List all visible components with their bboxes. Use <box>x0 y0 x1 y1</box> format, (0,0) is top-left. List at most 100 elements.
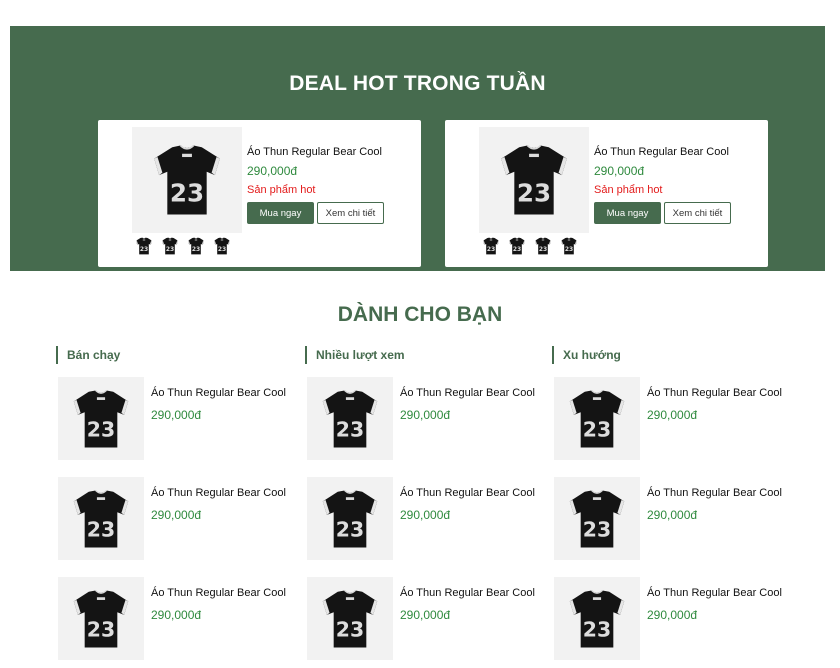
product-price: 290,000đ <box>151 508 202 522</box>
product-image[interactable]: 23 <box>58 377 144 460</box>
hot-product-label: Sản phẩm hot <box>594 184 663 196</box>
deal-product-card: 23 23 23 23 23 Áo Thun Regular Bear Cool… <box>98 120 421 267</box>
svg-text:23: 23 <box>583 417 611 441</box>
product-price: 290,000đ <box>151 608 202 622</box>
jersey-23-image: 23 <box>73 389 129 448</box>
product-price: 290,000đ <box>400 408 451 422</box>
svg-text:23: 23 <box>218 246 226 253</box>
buy-now-button[interactable]: Mua ngay <box>247 202 314 224</box>
jersey-thumb-image: 23 <box>188 237 204 255</box>
product-thumbnails: 23 23 23 23 <box>134 235 232 257</box>
product-image[interactable]: 23 <box>479 127 589 233</box>
product-thumbnail[interactable]: 23 <box>507 235 527 257</box>
svg-text:23: 23 <box>170 178 204 207</box>
deal-actions: Mua ngay Xem chi tiết <box>594 202 731 224</box>
product-image[interactable]: 23 <box>307 477 393 560</box>
jersey-thumb-image: 23 <box>483 237 499 255</box>
product-name[interactable]: Áo Thun Regular Bear Cool <box>647 387 782 399</box>
deal-actions: Mua ngay Xem chi tiết <box>247 202 384 224</box>
svg-text:23: 23 <box>140 246 148 253</box>
svg-text:23: 23 <box>583 517 611 541</box>
column-heading: Xu hướng <box>552 346 792 364</box>
deal-product-info: Áo Thun Regular Bear Cool 290,000đ Sản p… <box>247 146 384 224</box>
product-list-item[interactable]: 23 Áo Thun Regular Bear Cool 290,000đ <box>58 577 298 661</box>
column-heading: Bán chạy <box>56 346 296 364</box>
svg-text:23: 23 <box>539 246 547 253</box>
product-info: Áo Thun Regular Bear Cool 290,000đ <box>647 387 782 422</box>
product-image[interactable]: 23 <box>132 127 242 233</box>
svg-text:23: 23 <box>565 246 573 253</box>
product-info: Áo Thun Regular Bear Cool 290,000đ <box>400 387 535 422</box>
product-thumbnail[interactable]: 23 <box>160 235 180 257</box>
product-image[interactable]: 23 <box>58 477 144 560</box>
product-name[interactable]: Áo Thun Regular Bear Cool <box>247 146 384 158</box>
jersey-23-image: 23 <box>73 489 129 548</box>
product-name[interactable]: Áo Thun Regular Bear Cool <box>400 487 535 499</box>
jersey-23-image: 23 <box>501 144 567 215</box>
product-list-item[interactable]: 23 Áo Thun Regular Bear Cool 290,000đ <box>58 477 298 561</box>
product-list-item[interactable]: 23 Áo Thun Regular Bear Cool 290,000đ <box>58 377 298 461</box>
jersey-23-image: 23 <box>322 389 378 448</box>
product-name[interactable]: Áo Thun Regular Bear Cool <box>400 387 535 399</box>
product-list-item[interactable]: 23 Áo Thun Regular Bear Cool 290,000đ <box>554 577 794 661</box>
column-heading: Nhiều lượt xem <box>305 346 545 364</box>
product-list-item[interactable]: 23 Áo Thun Regular Bear Cool 290,000đ <box>307 577 547 661</box>
most-viewed-column: Nhiều lượt xem 23 Áo Thun Regular Bear C… <box>305 346 545 660</box>
svg-text:23: 23 <box>166 246 174 253</box>
product-list-item[interactable]: 23 Áo Thun Regular Bear Cool 290,000đ <box>307 477 547 561</box>
product-thumbnail[interactable]: 23 <box>212 235 232 257</box>
product-thumbnail[interactable]: 23 <box>481 235 501 257</box>
svg-text:23: 23 <box>513 246 521 253</box>
best-seller-column: Bán chạy 23 Áo Thun Regular Bear Cool 29… <box>56 346 296 660</box>
jersey-23-image: 23 <box>154 144 220 215</box>
product-name[interactable]: Áo Thun Regular Bear Cool <box>400 587 535 599</box>
product-list-item[interactable]: 23 Áo Thun Regular Bear Cool 290,000đ <box>554 477 794 561</box>
hot-product-label: Sản phẩm hot <box>247 184 316 196</box>
product-image[interactable]: 23 <box>554 577 640 660</box>
jersey-23-image: 23 <box>322 489 378 548</box>
deal-product-card: 23 23 23 23 23 Áo Thun Regular Bear Cool… <box>445 120 768 267</box>
svg-text:23: 23 <box>336 417 364 441</box>
product-thumbnails: 23 23 23 23 <box>481 235 579 257</box>
buy-now-button[interactable]: Mua ngay <box>594 202 661 224</box>
svg-text:23: 23 <box>87 417 115 441</box>
svg-text:23: 23 <box>336 517 364 541</box>
svg-text:23: 23 <box>87 517 115 541</box>
jersey-23-image: 23 <box>569 589 625 648</box>
product-name[interactable]: Áo Thun Regular Bear Cool <box>594 146 731 158</box>
product-price: 290,000đ <box>647 408 698 422</box>
product-info: Áo Thun Regular Bear Cool 290,000đ <box>151 487 286 522</box>
view-detail-button[interactable]: Xem chi tiết <box>664 202 731 224</box>
trending-column: Xu hướng 23 Áo Thun Regular Bear Cool 29… <box>552 346 792 660</box>
product-thumbnail[interactable]: 23 <box>533 235 553 257</box>
deal-hot-section: DEAL HOT TRONG TUẦN 23 23 23 23 23 Áo Th… <box>10 26 825 271</box>
product-thumbnail[interactable]: 23 <box>559 235 579 257</box>
product-image[interactable]: 23 <box>58 577 144 660</box>
product-name[interactable]: Áo Thun Regular Bear Cool <box>647 487 782 499</box>
product-image[interactable]: 23 <box>554 377 640 460</box>
product-name[interactable]: Áo Thun Regular Bear Cool <box>151 587 286 599</box>
product-info: Áo Thun Regular Bear Cool 290,000đ <box>647 587 782 622</box>
product-info: Áo Thun Regular Bear Cool 290,000đ <box>151 587 286 622</box>
svg-text:23: 23 <box>87 617 115 641</box>
product-thumbnail[interactable]: 23 <box>134 235 154 257</box>
product-list-item[interactable]: 23 Áo Thun Regular Bear Cool 290,000đ <box>554 377 794 461</box>
product-price: 290,000đ <box>151 408 202 422</box>
deal-product-info: Áo Thun Regular Bear Cool 290,000đ Sản p… <box>594 146 731 224</box>
jersey-23-image: 23 <box>569 489 625 548</box>
product-thumbnail[interactable]: 23 <box>186 235 206 257</box>
product-image[interactable]: 23 <box>307 377 393 460</box>
product-price: 290,000đ <box>647 508 698 522</box>
product-name[interactable]: Áo Thun Regular Bear Cool <box>151 487 286 499</box>
product-name[interactable]: Áo Thun Regular Bear Cool <box>647 587 782 599</box>
view-detail-button[interactable]: Xem chi tiết <box>317 202 384 224</box>
jersey-thumb-image: 23 <box>535 237 551 255</box>
product-list-item[interactable]: 23 Áo Thun Regular Bear Cool 290,000đ <box>307 377 547 461</box>
product-image[interactable]: 23 <box>554 477 640 560</box>
product-image[interactable]: 23 <box>307 577 393 660</box>
jersey-thumb-image: 23 <box>214 237 230 255</box>
product-price: 290,000đ <box>594 164 645 178</box>
product-price: 290,000đ <box>400 608 451 622</box>
jersey-thumb-image: 23 <box>561 237 577 255</box>
product-name[interactable]: Áo Thun Regular Bear Cool <box>151 387 286 399</box>
